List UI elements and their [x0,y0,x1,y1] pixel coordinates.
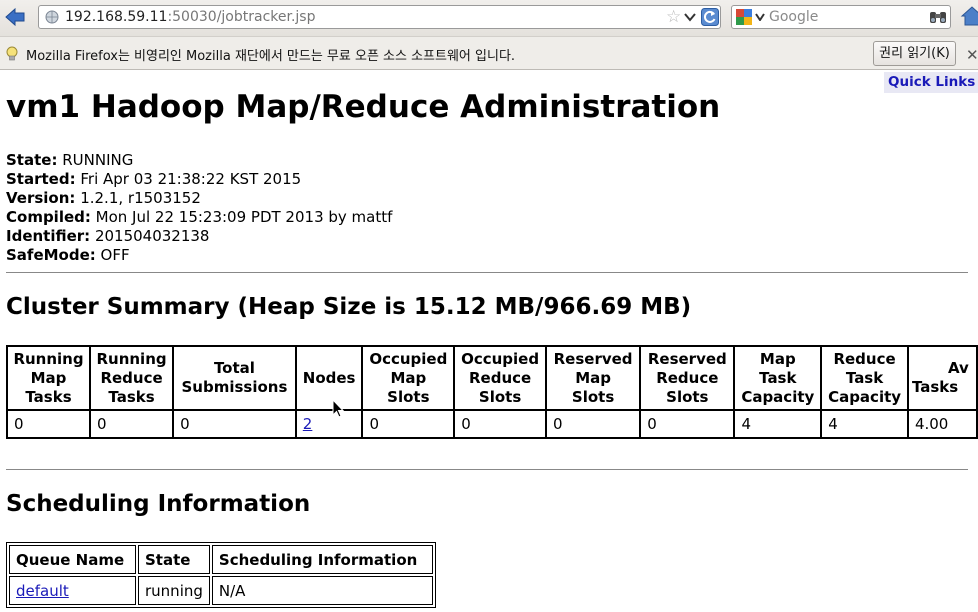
info-label: Compiled: [6,208,91,226]
url-host: 192.168.59.11 [65,9,168,25]
column-header: Occupied Map Slots [362,346,455,410]
table-cell: 4 [821,410,908,438]
browser-toolbar: 192.168.59.11:50030/jobtracker.jsp ☆ Goo… [0,0,978,36]
column-header: Reduce Task Capacity [821,346,908,410]
table-cell: 0 [454,410,546,438]
url-bar[interactable]: 192.168.59.11:50030/jobtracker.jsp ☆ [38,5,721,29]
jobtracker-info: State: RUNNING Started: Fri Apr 03 21:38… [6,151,392,265]
scheduling-table: Queue Name State Scheduling Information … [6,542,436,608]
google-icon[interactable] [736,9,752,25]
column-header: Reserved Reduce Slots [640,346,735,410]
home-icon[interactable] [960,4,978,28]
column-header: Av Tasks [907,346,977,410]
info-label: Started: [6,170,76,188]
divider [6,469,968,470]
table-cell: default [9,576,136,605]
table-cell: 0 [545,410,641,438]
info-value: Mon Jul 22 15:23:09 PDT 2013 by mattf [95,208,393,226]
star-icon[interactable]: ☆ [666,7,681,27]
quick-links[interactable]: Quick Links [884,72,978,93]
info-row-state: State: RUNNING [6,151,392,170]
queue-link-default[interactable]: default [16,582,69,600]
column-header: Nodes [295,346,363,410]
column-header: Running Map Tasks [7,346,91,410]
table-cell: 0 [173,410,296,438]
table-cell: running [138,576,210,605]
table-cell: 0 [7,410,91,438]
table-cell: 4 [734,410,822,438]
lightbulb-icon [6,46,18,61]
notification-text: Mozilla Firefox는 비영리인 Mozilla 재단에서 만드는 무… [26,49,516,64]
column-header: Queue Name [9,545,136,574]
info-row-safemode: SafeMode: OFF [6,246,392,265]
read-rights-button[interactable]: 권리 읽기(K) [873,41,956,66]
page-content: Quick Links vm1 Hadoop Map/Reduce Admini… [0,71,978,612]
reload-icon[interactable] [701,8,719,26]
info-label: State: [6,151,58,169]
column-header: Occupied Reduce Slots [454,346,546,410]
binoculars-icon[interactable] [929,9,947,25]
table-header-row: Queue Name State Scheduling Information [9,545,433,574]
page-title: vm1 Hadoop Map/Reduce Administration [6,89,721,125]
table-row: 0 0 0 2 0 0 0 0 4 4 4.00 [7,410,977,438]
notification-bar: Mozilla Firefox는 비영리인 Mozilla 재단에서 만드는 무… [0,36,978,70]
back-arrow-icon[interactable] [4,6,26,28]
column-header: Map Task Capacity [734,346,822,410]
divider [6,272,968,273]
info-value: 1.2.1, r1503152 [80,189,201,207]
table-cell: 0 [362,410,455,438]
table-header-row: Running Map Tasks Running Reduce Tasks Total… [7,346,977,410]
info-value: OFF [100,246,130,264]
nodes-link[interactable]: 2 [303,415,313,433]
table-cell: 2 [295,410,363,438]
info-value: 201504032138 [94,227,210,245]
column-header: State [138,545,210,574]
info-label: Identifier: [6,227,91,245]
info-row-started: Started: Fri Apr 03 21:38:22 KST 2015 [6,170,392,189]
scheduling-heading: Scheduling Information [6,491,311,517]
info-label: SafeMode: [6,246,96,264]
column-header: Scheduling Information [211,545,433,574]
url-text[interactable]: 192.168.59.11:50030/jobtracker.jsp [65,6,315,28]
info-row-identifier: Identifier: 201504032138 [6,227,392,246]
column-header: Running Reduce Tasks [90,346,174,410]
table-cell: N/A [211,576,433,605]
table-cell: 0 [90,410,174,438]
chevron-down-icon[interactable] [684,12,696,22]
column-header: Total Submissions [173,346,296,410]
globe-icon [45,10,59,24]
mouse-pointer-icon [332,399,345,418]
url-path: :50030/jobtracker.jsp [167,9,316,25]
cluster-summary-table: Running Map Tasks Running Reduce Tasks Total… [6,345,978,439]
cluster-summary-heading: Cluster Summary (Heap Size is 15.12 MB/9… [6,294,692,320]
table-cell: 0 [640,410,735,438]
chevron-down-icon[interactable] [755,13,765,21]
column-header: Reserved Map Slots [545,346,641,410]
search-input[interactable]: Google [769,6,818,28]
info-row-version: Version: 1.2.1, r1503152 [6,189,392,208]
table-cell: 4.00 [907,410,977,438]
table-row: default running N/A [9,576,433,605]
info-row-compiled: Compiled: Mon Jul 22 15:23:09 PDT 2013 b… [6,208,392,227]
search-bar[interactable]: Google [731,5,951,29]
info-value: Fri Apr 03 21:38:22 KST 2015 [80,170,302,188]
close-icon[interactable]: ✕ [966,46,978,64]
info-label: Version: [6,189,76,207]
info-value: RUNNING [62,151,134,169]
